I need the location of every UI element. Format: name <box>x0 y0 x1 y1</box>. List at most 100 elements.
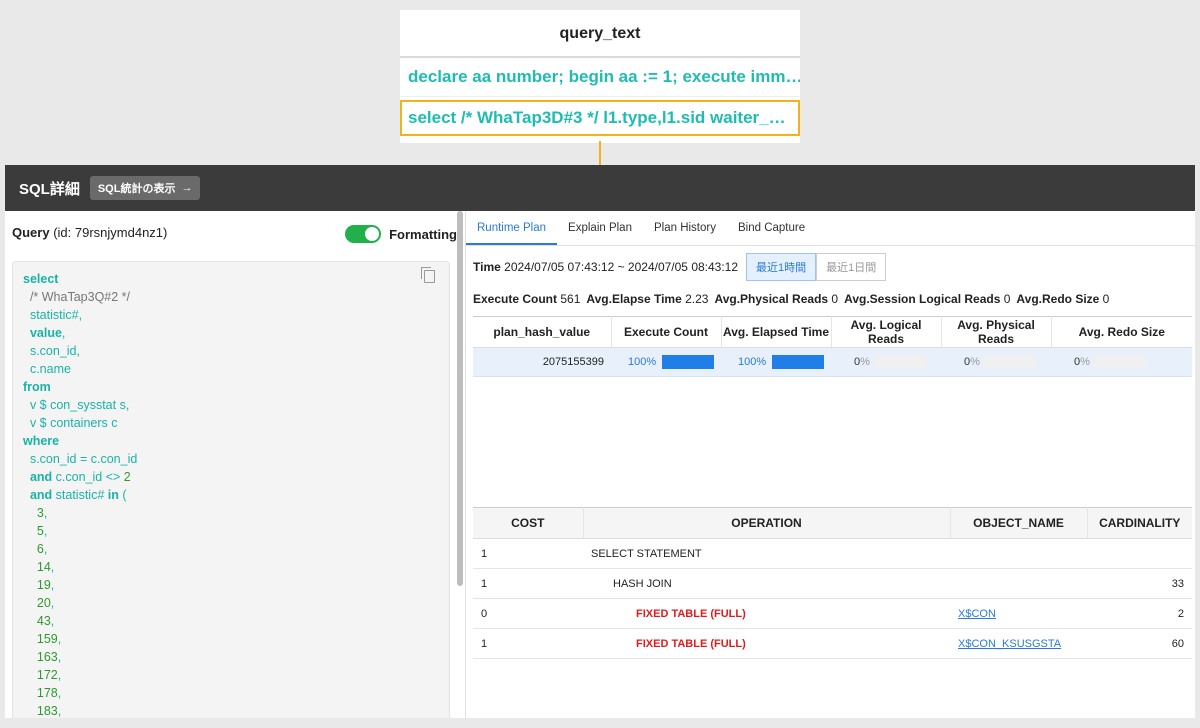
code-token: and <box>29 488 53 502</box>
code-line: 20, <box>23 596 54 610</box>
range-1d-button[interactable]: 最近1日間 <box>816 253 887 281</box>
metric-bar-fill <box>772 355 824 369</box>
code-line: /* WhaTap3Q#2 */ <box>23 290 130 304</box>
operation-cell: FIXED TABLE (FULL) <box>583 628 950 659</box>
metric-bar-cell: 0% <box>1052 355 1191 369</box>
tab-runtime-plan[interactable]: Runtime Plan <box>466 211 558 245</box>
operation-cell: HASH JOIN <box>583 568 950 599</box>
metric-percent: 0% <box>854 356 870 368</box>
plan-row[interactable]: 2075155399 100% 100% 0% 0% 0% <box>473 347 1192 377</box>
operation-row[interactable]: 0 FIXED TABLE (FULL) X$CON 2 <box>473 598 1192 629</box>
popup-row-declare[interactable]: declare aa number; begin aa := 1; execut… <box>400 58 800 97</box>
code-line: 159, <box>23 632 61 646</box>
column-header: COST <box>473 507 584 539</box>
stat-value: 561 <box>560 292 581 306</box>
metric-bar-cell: 0% <box>832 355 940 369</box>
cardinality-cell: 2 <box>1087 598 1192 629</box>
code-token: , <box>57 650 62 664</box>
object-name-link[interactable]: X$CON_KSUSGSTA <box>958 638 1061 650</box>
code-token: , <box>57 632 62 646</box>
code-token: 183 <box>23 704 58 718</box>
code-line: 178, <box>23 686 61 700</box>
metric-cell: 100% <box>721 347 831 377</box>
metric-percent: 100% <box>628 356 657 368</box>
operations-table: COST OPERATION OBJECT_NAME CARDINALITY 1 SEL… <box>473 507 1192 659</box>
code-line: and statistic# in ( <box>23 488 127 502</box>
code-line: c.name <box>23 362 71 376</box>
code-token: 20 <box>23 596 51 610</box>
code-token: statistic# <box>52 488 108 502</box>
metric-cell: 0% <box>831 347 941 377</box>
percent-sign: % <box>970 356 980 368</box>
operation-row[interactable]: 1 FIXED TABLE (FULL) X$CON_KSUSGSTA 60 <box>473 628 1192 659</box>
code-line: and c.con_id <> 2 <box>23 470 131 484</box>
code-line: 5, <box>23 524 47 538</box>
code-line: s.con_id = c.con_id <box>23 452 137 466</box>
code-token: c.name <box>23 362 71 376</box>
code-line: 3, <box>23 506 47 520</box>
sql-stats-button[interactable]: SQL統計の表示 → <box>89 176 201 200</box>
code-token: statistic# <box>23 308 79 322</box>
code-token: 43 <box>23 614 51 628</box>
code-scrollbar[interactable] <box>457 211 463 586</box>
code-token: , <box>57 686 62 700</box>
stat-label: Avg.Physical Reads <box>714 292 829 306</box>
percent-sign: % <box>860 356 870 368</box>
plan-hash-cell: 2075155399 <box>473 347 611 377</box>
code-line: select <box>23 272 58 286</box>
code-line: value, <box>23 326 65 340</box>
sql-stats-button-label: SQL統計の表示 <box>97 183 176 195</box>
code-token: , <box>125 398 130 412</box>
metric-bar-cell: 0% <box>942 355 1050 369</box>
formatting-toggle[interactable] <box>345 225 382 243</box>
tab-explain-plan[interactable]: Explain Plan <box>557 211 643 245</box>
code-token: , <box>61 326 66 340</box>
cardinality-cell: 60 <box>1087 628 1192 659</box>
object-name-cell <box>950 568 1087 599</box>
metric-bar <box>772 355 824 369</box>
copy-icon[interactable] <box>421 267 435 283</box>
column-header: OBJECT_NAME <box>950 507 1088 539</box>
metric-percent: 0% <box>1074 356 1090 368</box>
code-token: 6 <box>23 542 44 556</box>
column-header: Avg. Physical Reads <box>941 316 1052 348</box>
operation-row[interactable]: 1 HASH JOIN 33 <box>473 568 1192 599</box>
code-token: , <box>50 596 55 610</box>
code-line: 183, <box>23 704 61 718</box>
code-token: value <box>29 326 62 340</box>
metric-percent: 100% <box>738 356 767 368</box>
stat-value: 2.23 <box>685 292 709 306</box>
code-line: 163, <box>23 650 61 664</box>
code-line: s.con_id, <box>23 344 80 358</box>
code-token: , <box>78 308 83 322</box>
stat-value: 0 <box>1102 292 1110 306</box>
object-name-link[interactable]: X$CON <box>958 608 996 620</box>
range-1h-button[interactable]: 最近1時間 <box>746 253 817 281</box>
cost-cell: 1 <box>473 538 583 569</box>
summary-stats: Execute Count 561 Avg.Elapse Time 2.23 A… <box>473 292 1109 306</box>
object-name-cell <box>950 538 1087 569</box>
code-token: 159 <box>23 632 58 646</box>
stat-label: Avg.Elapse Time <box>586 292 682 306</box>
metric-cell: 0% <box>1051 347 1192 377</box>
code-token: 163 <box>23 650 58 664</box>
code-token: 172 <box>23 668 58 682</box>
code-token: 5 <box>23 524 44 538</box>
stat-label: Execute Count <box>473 292 558 306</box>
stat-value: 0 <box>1003 292 1011 306</box>
object-name-cell: X$CON_KSUSGSTA <box>950 628 1087 659</box>
tab-plan-history[interactable]: Plan History <box>643 211 727 245</box>
tab-bind-capture[interactable]: Bind Capture <box>727 211 816 245</box>
code-line: 6, <box>23 542 47 556</box>
plan-tabs: Runtime Plan Explain Plan Plan History B… <box>466 211 1195 246</box>
code-token: /* WhaTap3Q#2 */ <box>23 290 131 304</box>
popup-row-selected[interactable]: select /* WhaTap3D#3 */ l1.type,l1.sid w… <box>400 100 800 136</box>
code-line: where <box>23 434 59 448</box>
code-token: 178 <box>23 686 58 700</box>
sql-detail-panel: SQL詳細 SQL統計の表示 → Query (id: 79rsnjymd4nz… <box>5 165 1195 718</box>
column-header: Avg. Elapsed Time <box>721 316 832 348</box>
formatting-control: Formatting <box>345 225 457 243</box>
code-token: , <box>50 560 55 574</box>
operation-row[interactable]: 1 SELECT STATEMENT <box>473 538 1192 569</box>
